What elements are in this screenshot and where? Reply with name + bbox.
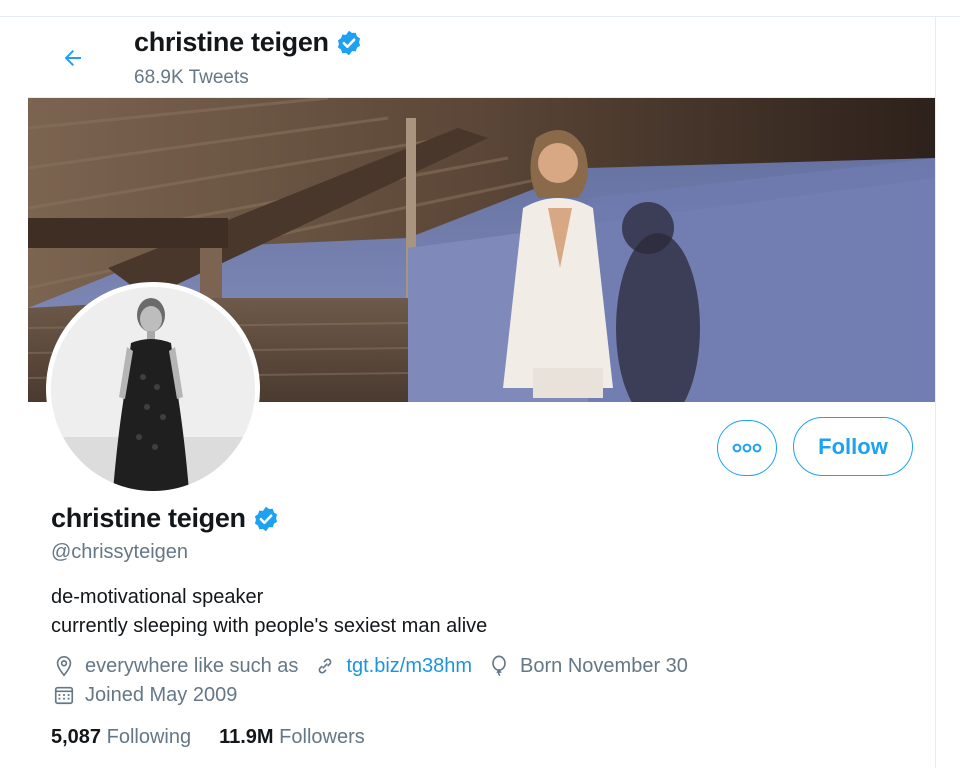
verified-badge-icon [254,506,277,531]
joined-text: Joined May 2009 [85,683,238,706]
header-display-name: christine teigen [134,27,329,57]
balloon-icon [492,655,506,677]
following-stat[interactable]: 5,087 Following [51,726,191,749]
calendar-icon [54,686,74,705]
bio-line: currently sleeping with people's sexiest… [51,615,488,637]
profile-meta-joined: Joined May 2009 [51,682,251,708]
follow-button[interactable]: Follow [793,417,913,476]
following-label: Following [106,726,192,748]
avatar[interactable] [46,282,260,496]
location-pin-icon [56,656,72,677]
website-item[interactable]: tgt.biz/m38hm [312,653,472,679]
profile-header: christine teigen 68.9K Tweets [28,17,935,98]
more-options-button[interactable] [717,420,777,476]
followers-stat[interactable]: 11.9M Followers [219,726,365,749]
website-link[interactable]: tgt.biz/m38hm [346,655,472,678]
profile-display-name: christine teigen [51,503,246,533]
arrow-left-icon [64,50,81,66]
bio-line: de-motivational speaker [51,586,264,608]
avatar-image [51,287,255,491]
header-title: christine teigen [134,27,363,58]
location-item: everywhere like such as [51,653,298,679]
back-button[interactable] [54,39,92,77]
followers-count: 11.9M [219,726,274,748]
location-text: everywhere like such as [85,654,299,677]
birthday-item: Born November 30 [486,653,688,679]
profile-bio: de-motivational speaker currently sleepi… [51,583,487,641]
tweet-count: 68.9K Tweets [134,67,249,88]
joined-item: Joined May 2009 [51,682,237,708]
more-horizontal-icon [732,443,762,453]
followers-label: Followers [279,726,365,748]
profile-column: christine teigen 68.9K Tweets Follow chr… [28,17,935,768]
right-divider [935,16,936,768]
profile-handle: @chrissyteigen [51,541,189,563]
profile-stats: 5,087 Following 11.9M Followers [51,726,365,749]
link-icon [319,658,332,674]
birthday-text: Born November 30 [520,654,688,677]
profile-meta: everywhere like such as tgt.biz/m38hm Bo… [51,653,702,679]
profile-name: christine teigen [51,503,280,534]
following-count: 5,087 [51,726,102,748]
verified-badge-icon [337,30,360,55]
